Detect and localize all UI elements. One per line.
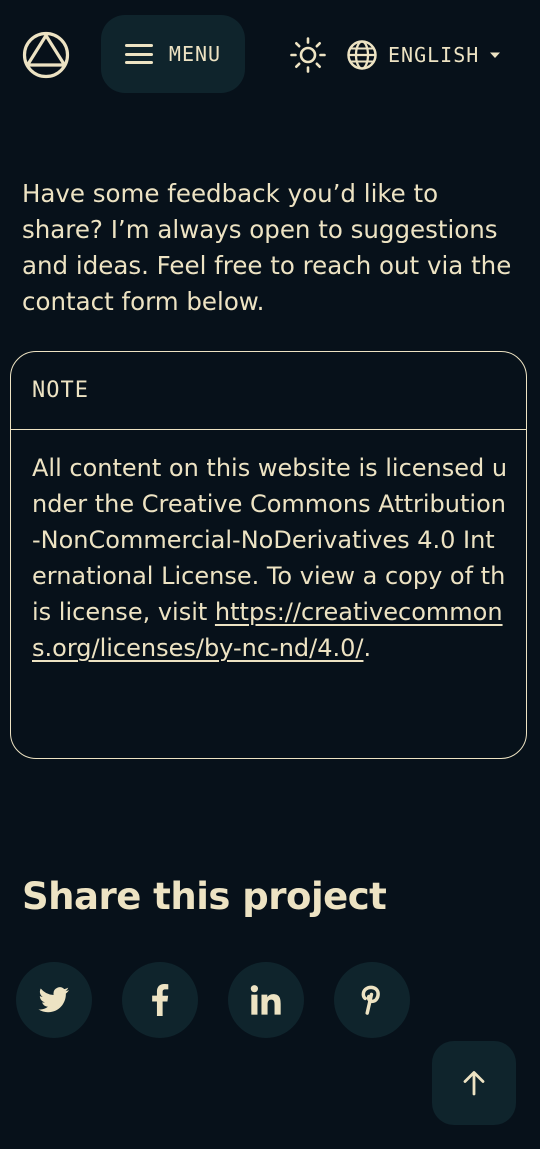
share-linkedin-button[interactable] — [228, 962, 304, 1038]
share-buttons — [16, 962, 410, 1038]
note-title: NOTE — [32, 378, 89, 403]
share-pinterest-button[interactable] — [334, 962, 410, 1038]
theme-toggle-button[interactable] — [289, 36, 327, 74]
twitter-icon — [38, 987, 70, 1013]
back-to-top-button[interactable] — [432, 1041, 516, 1125]
globe-icon — [347, 40, 377, 70]
license-note: NOTE All content on this website is lice… — [10, 351, 527, 759]
note-body: All content on this website is licensed … — [11, 430, 526, 666]
caret-down-icon — [490, 52, 501, 58]
site-header: MENU ENGLISH — [0, 0, 540, 110]
share-twitter-button[interactable] — [16, 962, 92, 1038]
triangle-in-circle-logo-icon — [22, 31, 70, 79]
sun-icon — [290, 37, 326, 73]
share-title: Share this project — [22, 875, 387, 918]
arrow-up-icon — [463, 1071, 485, 1096]
share-facebook-button[interactable] — [122, 962, 198, 1038]
linkedin-icon — [250, 985, 281, 1015]
intro-text: Have some feedback you’d like to share? … — [22, 179, 512, 316]
language-label: ENGLISH — [388, 43, 480, 67]
note-header: NOTE — [11, 352, 526, 430]
facebook-icon — [152, 984, 169, 1016]
hamburger-icon — [124, 44, 153, 64]
menu-label: MENU — [168, 42, 222, 66]
language-select[interactable]: ENGLISH — [346, 36, 501, 74]
site-logo[interactable] — [22, 31, 70, 79]
note-trailing: . — [363, 634, 372, 662]
pinterest-icon — [361, 985, 380, 1015]
menu-button[interactable]: MENU — [101, 15, 245, 93]
